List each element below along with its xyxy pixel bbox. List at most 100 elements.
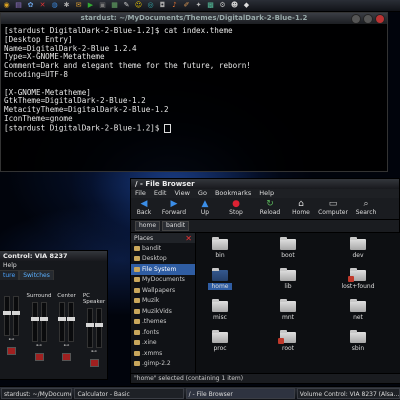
tab-switches[interactable]: Switches [19, 270, 54, 280]
sidebar-item[interactable]: MuzikVids [131, 306, 195, 317]
places-header[interactable]: Places ✕ [131, 233, 195, 243]
pencil-icon[interactable]: ✐ [182, 1, 191, 10]
file-item[interactable]: mnt [268, 299, 308, 321]
slider-knob[interactable] [85, 322, 94, 327]
sidebar-item[interactable]: Desktop [131, 254, 195, 265]
slider-knob[interactable] [94, 322, 103, 327]
file-item[interactable]: proc [200, 330, 240, 352]
gear-icon[interactable]: ⚙ [218, 1, 227, 10]
volume-slider[interactable] [67, 302, 75, 342]
file-item[interactable]: sbin [338, 330, 378, 352]
slider-knob[interactable] [30, 316, 39, 321]
search-button[interactable]: ⌕ Search [351, 199, 381, 216]
volume-slider[interactable] [3, 296, 11, 336]
sidebar-item[interactable]: Muzik [131, 296, 195, 307]
tools-icon[interactable]: ✱ [62, 1, 71, 10]
stop-button[interactable]: ● Stop [219, 199, 253, 216]
volume-slider[interactable] [30, 302, 39, 342]
close-button[interactable] [375, 14, 385, 24]
mute-toggle[interactable] [89, 359, 99, 367]
volume-slider[interactable] [94, 308, 103, 348]
sidebar-item[interactable]: Wallpapers [131, 285, 195, 296]
slider-knob[interactable] [67, 316, 75, 321]
taskbar-item[interactable]: Calculator - Basic [74, 388, 184, 399]
volume-control-titlebar[interactable]: Control: VIA 8237 [0, 251, 107, 261]
volume-slider[interactable] [85, 308, 94, 348]
menu-file[interactable]: File [135, 189, 146, 198]
file-item[interactable]: dev [338, 237, 378, 259]
forward-button[interactable]: ▶ Forward [157, 199, 191, 216]
file-browser-window[interactable]: / - File Browser File Edit View Go Bookmarks… [130, 178, 400, 384]
computer-button[interactable]: ▭ Computer [315, 199, 351, 216]
sidebar-item[interactable]: .xmms [131, 348, 195, 359]
menu-go[interactable]: Go [198, 189, 207, 198]
path-crumb-home[interactable]: home [135, 221, 161, 231]
disk-icon[interactable]: ◘ [158, 1, 167, 10]
chat-icon[interactable]: ☺ [134, 1, 143, 10]
email-icon[interactable]: ✉ [74, 1, 83, 10]
file-item[interactable]: boot [268, 237, 308, 259]
sidebar-item[interactable]: .gimp-2.2 [131, 359, 195, 370]
star-icon[interactable]: ✦ [194, 1, 203, 10]
chain-lock-icon[interactable]: ⊷ [64, 342, 70, 349]
volume-slider[interactable] [58, 302, 66, 342]
file-item[interactable]: lib [268, 268, 308, 290]
chain-lock-icon[interactable]: ⊷ [91, 348, 97, 355]
back-button[interactable]: ◀ Back [131, 199, 157, 216]
sidebar-item[interactable]: .fonts [131, 327, 195, 338]
menu-view[interactable]: View [174, 189, 189, 198]
terminal-titlebar[interactable]: stardust: ~/MyDocuments/Themes/DigitalDa… [1, 13, 387, 25]
settings-icon[interactable]: ✿ [26, 1, 35, 10]
menu-help[interactable]: Help [259, 189, 274, 198]
file-item[interactable]: net [338, 299, 378, 321]
calc-icon[interactable]: ▦ [110, 1, 119, 10]
taskbar-item[interactable]: stardust: ~/MyDocume... [1, 388, 73, 399]
taskbar-item[interactable]: / - File Browser [185, 388, 295, 399]
terminal-icon[interactable]: ▣ [98, 1, 107, 10]
mute-toggle[interactable] [34, 353, 44, 361]
file-item[interactable]: home [200, 268, 240, 290]
terminal-output[interactable]: [stardust DigitalDark-2-Blue-1.2]$ cat i… [1, 25, 387, 135]
slider-knob[interactable] [12, 310, 20, 315]
minimize-button[interactable] [351, 14, 361, 24]
slider-knob[interactable] [3, 310, 11, 315]
file-item[interactable]: root [268, 330, 308, 352]
app-menu-icon[interactable]: ◉ [2, 1, 11, 10]
file-browser-titlebar[interactable]: / - File Browser [131, 179, 399, 189]
chain-lock-icon[interactable]: ⊷ [9, 336, 15, 343]
taskbar-item[interactable]: Volume Control: VIA 8237 (Alsa... [296, 388, 400, 399]
slider-knob[interactable] [39, 316, 48, 321]
menu-help[interactable]: Help [3, 262, 17, 269]
sidebar-item[interactable]: MyDocuments [131, 275, 195, 286]
terminal-window[interactable]: stardust: ~/MyDocuments/Themes/DigitalDa… [0, 12, 388, 172]
user-icon[interactable]: ☻ [230, 1, 239, 10]
mute-toggle[interactable] [7, 347, 16, 355]
volume-slider[interactable] [12, 296, 20, 336]
menu-bookmarks[interactable]: Bookmarks [215, 189, 251, 198]
close-sidebar-icon[interactable]: ✕ [185, 234, 192, 243]
globe-icon[interactable]: ◎ [146, 1, 155, 10]
tab-ture[interactable]: ture [0, 270, 20, 280]
file-item[interactable]: bin [200, 237, 240, 259]
path-crumb-bandit[interactable]: bandit [162, 221, 190, 231]
menu-edit[interactable]: Edit [154, 189, 167, 198]
file-item[interactable]: misc [200, 299, 240, 321]
edit-icon[interactable]: ✎ [122, 1, 131, 10]
sidebar-item[interactable]: File System [131, 264, 195, 275]
music-icon[interactable]: ♪ [170, 1, 179, 10]
lock-icon[interactable]: ◆ [242, 1, 251, 10]
chain-lock-icon[interactable]: ⊷ [36, 342, 42, 349]
browser-icon[interactable]: ◍ [50, 1, 59, 10]
up-button[interactable]: ▲ Up [191, 199, 219, 216]
mute-toggle[interactable] [62, 353, 71, 361]
sidebar-item[interactable]: .xine [131, 338, 195, 349]
close-x-icon[interactable]: ✕ [38, 1, 47, 10]
volume-slider[interactable] [39, 302, 48, 342]
media-icon[interactable]: ▶ [86, 1, 95, 10]
image-icon[interactable]: ▩ [206, 1, 215, 10]
sidebar-item[interactable]: bandit [131, 243, 195, 254]
file-item[interactable]: lost+found [338, 268, 378, 290]
sidebar-item[interactable]: .themes [131, 317, 195, 328]
maximize-button[interactable] [363, 14, 373, 24]
home-button[interactable]: ⌂ Home [287, 199, 315, 216]
